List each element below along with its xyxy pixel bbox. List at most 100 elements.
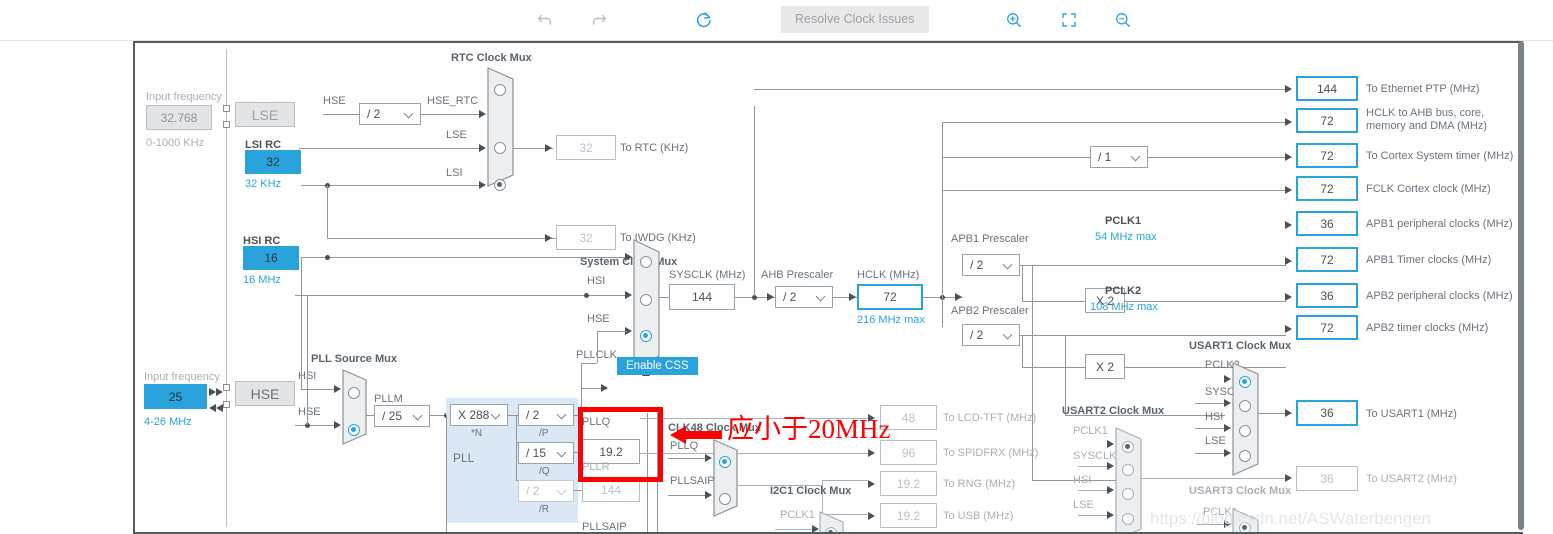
reset-button[interactable] [690, 6, 718, 34]
rtc-clock-mux-title: RTC Clock Mux [451, 52, 532, 64]
rtc-mux-radio-hse-rtc[interactable] [494, 84, 506, 96]
clock-configuration-canvas[interactable]: Input frequency 32.768 0-1000 KHz LSE LS… [133, 41, 1523, 534]
sysmux-radio-pllclk[interactable] [640, 330, 652, 342]
out-apb2-periph-label: APB2 peripheral clocks (MHz) [1366, 290, 1513, 302]
pllsrc-radio-hsi[interactable] [348, 387, 360, 399]
out-cortex-systimer-value[interactable]: 72 [1296, 143, 1358, 168]
hse-input-frequency-field[interactable]: 25 [144, 384, 207, 409]
pllsrc-radio-hse[interactable] [348, 424, 360, 436]
pllm-select[interactable]: / 25 [374, 405, 430, 427]
sysmux-hsi-label: HSI [587, 275, 606, 287]
pll-n-select[interactable]: X 288 [450, 404, 508, 426]
apb2-prescaler-select[interactable]: / 2 [962, 324, 1020, 346]
sysmux-hsi-arrow [625, 253, 632, 261]
out-apb2-timer-value[interactable]: 72 [1296, 315, 1358, 340]
lse-range-label: 0-1000 KHz [146, 137, 205, 149]
clk48-radio-pllq[interactable] [719, 456, 731, 468]
zoom-out-button[interactable] [1109, 6, 1137, 34]
sysmux-radio-hsi[interactable] [640, 256, 652, 268]
out-rng-label: To RNG (MHz) [943, 478, 1016, 490]
out-fclk-value[interactable]: 72 [1296, 176, 1358, 201]
pll-p-select[interactable]: / 2 [518, 404, 574, 426]
pclk2-max-label: 108 MHz max [1090, 301, 1158, 313]
usart1-radio-sysclk[interactable] [1239, 400, 1251, 412]
usart1-radio-hsi[interactable] [1239, 425, 1251, 437]
usart2-radio-sysclk[interactable] [1122, 464, 1134, 476]
usart1-lse-label: LSE [1205, 435, 1226, 447]
usart1-sysclk-arrow [1224, 399, 1231, 407]
to-iwdg-value[interactable]: 32 [556, 225, 616, 250]
usart1-radio-pclk2[interactable] [1239, 376, 1251, 388]
out-ethernet-ptp-value[interactable]: 144 [1296, 76, 1358, 101]
resolve-clock-issues-button[interactable]: Resolve Clock Issues [781, 6, 929, 33]
pllr-value[interactable]: 144 [582, 477, 640, 502]
apb2-timer-multiplier: X 2 [1085, 354, 1125, 379]
chevron-down-icon [1004, 331, 1013, 340]
out-apb1-periph-arrow [1285, 221, 1292, 229]
enable-css-button[interactable]: Enable CSS [617, 357, 698, 375]
usart3-clock-mux-title: USART3 Clock Mux [1189, 485, 1292, 497]
ahb-prescaler-value: / 2 [783, 290, 797, 304]
out-usb-value[interactable]: 19.2 [880, 503, 937, 528]
pll-r-label: /R [539, 504, 549, 515]
hclk-label: HCLK (MHz) [857, 269, 920, 281]
pll-p-label: /P [539, 428, 549, 439]
hsi-rc-value[interactable]: 16 [243, 246, 299, 270]
sysclk-value[interactable]: 144 [669, 284, 735, 310]
to-rtc-value[interactable]: 32 [556, 135, 616, 160]
fit-screen-button[interactable] [1055, 6, 1083, 34]
out-apb2-periph-value[interactable]: 36 [1296, 283, 1358, 308]
lse-block[interactable]: LSE [235, 102, 295, 127]
usart2-radio-pclk1[interactable] [1122, 441, 1134, 453]
pll-n-value: X 288 [458, 408, 490, 422]
hsi-branch-dot [325, 255, 330, 260]
usart1-radio-lse[interactable] [1239, 450, 1251, 462]
sysmux-hse-label: HSE [587, 313, 610, 325]
zoom-in-button[interactable] [1000, 6, 1028, 34]
lse-input-frequency-label: Input frequency [146, 91, 222, 103]
ahb-prescaler-label: AHB Prescaler [761, 269, 834, 281]
i2c1-radio-pclk1[interactable] [825, 527, 837, 532]
usart2-out-arrow [1285, 474, 1292, 482]
redo-button[interactable] [585, 6, 613, 34]
ahb-prescaler-select[interactable]: / 2 [775, 286, 833, 308]
lse-input-frequency-field[interactable]: 32.768 [146, 105, 212, 130]
rtc-mux-radio-lse[interactable] [494, 142, 506, 154]
hclk-value[interactable]: 72 [857, 284, 923, 310]
sysmux-radio-hse[interactable] [640, 294, 652, 306]
pll-q-select[interactable]: / 15 [518, 442, 574, 464]
pllr-feed-line [574, 490, 582, 491]
lsi-rc-value[interactable]: 32 [245, 150, 301, 174]
canvas-vertical-scrollbar[interactable] [1518, 41, 1524, 530]
out-usart1-value[interactable]: 36 [1296, 400, 1358, 426]
undo-button[interactable] [531, 6, 559, 34]
hse-block[interactable]: HSE [235, 381, 295, 406]
usart2-clock-mux-title: USART2 Clock Mux [1062, 405, 1165, 417]
hse-to-pllsrc-hline [295, 425, 335, 426]
usart2-lse-arrow [1107, 511, 1114, 519]
apb1-prescaler-select[interactable]: / 2 [962, 254, 1020, 276]
clk48-pllsaip-arrow [705, 491, 712, 499]
out-apb1-timer-value[interactable]: 72 [1296, 247, 1358, 272]
hse-arrow-in-2 [216, 388, 223, 396]
out-usart2-value[interactable]: 36 [1296, 466, 1358, 491]
pclk2-branch-vline [1022, 335, 1023, 367]
chevron-down-icon [1132, 153, 1141, 162]
out-apb2-periph-arrow [1285, 293, 1292, 301]
rtc-mux-radio-lsi[interactable] [494, 179, 506, 191]
out-hclk-ahb-value[interactable]: 72 [1296, 108, 1358, 133]
lsi-iwdg-hline [327, 238, 556, 239]
clk48-radio-pllsaip[interactable] [719, 493, 731, 505]
apb2-prescaler-value: / 2 [970, 328, 984, 342]
pllclk-vline-up [597, 331, 598, 363]
hse-rtc-divider-select[interactable]: / 2 [359, 103, 421, 125]
usart2-radio-lse[interactable] [1122, 513, 1134, 525]
pll-r-select[interactable]: / 2 [518, 480, 574, 502]
out-rng-value[interactable]: 19.2 [880, 471, 937, 496]
pllq-label: PLLQ [582, 416, 611, 428]
apb1-arrow [955, 293, 962, 301]
out-apb1-periph-value[interactable]: 36 [1296, 211, 1358, 236]
usart2-radio-hsi[interactable] [1122, 488, 1134, 500]
rtc-mux-lsi-label: LSI [446, 167, 463, 179]
cortex-divider-select[interactable]: / 1 [1090, 146, 1148, 168]
